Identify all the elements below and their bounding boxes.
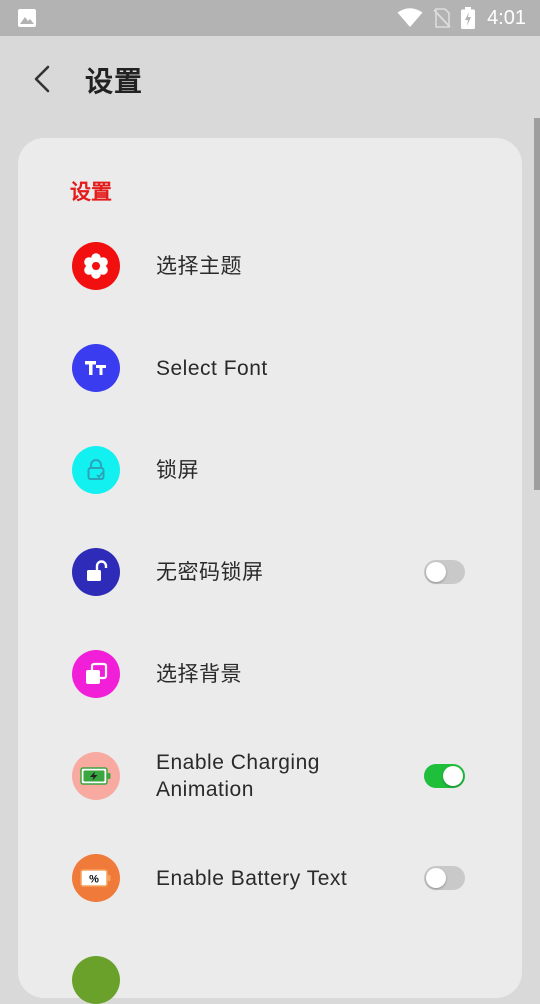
toggle-knob [426, 562, 446, 582]
wifi-icon [397, 8, 423, 27]
settings-item-label: Enable Charging Animation [156, 749, 320, 803]
label-line-2: Animation [156, 778, 254, 801]
font-icon [72, 344, 120, 392]
layers-icon [72, 650, 120, 698]
settings-item-label: 选择背景 [156, 663, 242, 686]
lock-icon [72, 446, 120, 494]
battery-text-toggle[interactable] [424, 866, 465, 890]
settings-item-background[interactable]: 选择背景 [18, 623, 522, 725]
settings-item-label: 选择主题 [156, 255, 242, 278]
scrollbar[interactable] [534, 118, 540, 490]
next-item-icon [72, 956, 120, 1004]
toggle-knob [426, 868, 446, 888]
back-button[interactable] [26, 58, 60, 100]
status-bar: 4:01 [0, 0, 540, 36]
settings-item-label: 锁屏 [156, 459, 199, 482]
settings-item-charging-animation[interactable]: Enable Charging Animation [18, 725, 522, 827]
settings-card: 设置 选择主题 Select Font 锁屏 无密码锁屏 选择背景 Enable… [18, 138, 522, 1004]
gallery-icon [18, 9, 36, 27]
settings-item-theme[interactable]: 选择主题 [18, 215, 522, 317]
clock: 4:01 [487, 6, 526, 29]
no-password-lock-toggle[interactable] [424, 560, 465, 584]
page-title: 设置 [85, 66, 144, 97]
flower-icon [72, 242, 120, 290]
settings-item-label: Enable Battery Text [156, 867, 348, 890]
section-title: 设置 [70, 181, 112, 204]
settings-item-lockscreen[interactable]: 锁屏 [18, 419, 522, 521]
charging-battery-icon [72, 752, 120, 800]
settings-item-font[interactable]: Select Font [18, 317, 522, 419]
toggle-knob [443, 766, 463, 786]
settings-item-label: 无密码锁屏 [156, 561, 264, 584]
settings-item-battery-text[interactable]: % Enable Battery Text [18, 827, 522, 929]
battery-icon [461, 7, 476, 29]
chevron-left-icon [34, 65, 50, 93]
charging-animation-toggle[interactable] [424, 764, 465, 788]
label-line-1: Enable Charging [156, 751, 320, 774]
settings-item-no-password-lock[interactable]: 无密码锁屏 [18, 521, 522, 623]
battery-percent-icon: % [72, 854, 120, 902]
unlock-icon [72, 548, 120, 596]
settings-item-label: Select Font [156, 357, 268, 380]
no-sim-icon [433, 8, 451, 28]
app-bar: 设置 [0, 36, 540, 122]
svg-text:%: % [89, 874, 99, 886]
